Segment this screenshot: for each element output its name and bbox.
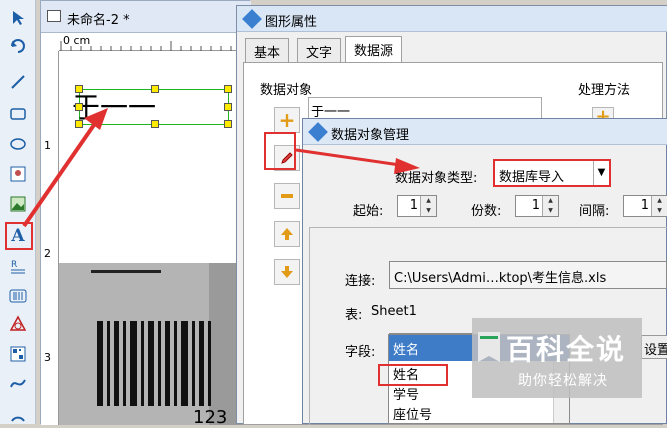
processing-method-label: 处理方法 [578,83,631,98]
selected-text-object[interactable]: 于一一 [72,85,232,128]
move-up-button[interactable] [274,221,300,247]
data-objects-label: 数据对象 [260,83,313,98]
data-object-dialog-title: 数据对象管理 [331,128,410,143]
type-label: 数据对象类型: [395,171,478,186]
resize-handle-b[interactable] [151,120,159,128]
interval-label: 间隔: [579,204,610,219]
interval-value: 1 [640,198,649,213]
stepper-arrows-icon[interactable]: ▲ ▼ [651,196,667,216]
text-object-content: 于一一 [72,91,157,124]
qrcode-icon[interactable] [6,342,30,366]
barcode-icon[interactable] [6,284,30,308]
list-item: 座位号 [393,408,433,423]
tab-basic[interactable]: 基本 [245,38,290,62]
label-canvas [59,51,251,263]
rotate-icon[interactable] [6,34,30,58]
left-toolbar: A R [0,0,36,424]
ruler-mark-1: 1 [44,139,51,152]
edit-button-highlight [264,132,296,170]
copies-label: 份数: [471,204,502,219]
ruler-mark-2: 2 [44,247,51,260]
select-arrow-icon[interactable] [6,6,30,30]
svg-text:R: R [11,260,17,270]
ellipse-icon[interactable] [6,132,30,156]
properties-dialog-title: 图形属性 [265,15,318,30]
rich-text-icon[interactable]: R [6,254,30,278]
dialog-app-icon [308,122,328,142]
ruler-ticks [60,41,242,51]
table-value: Sheet1 [371,304,417,319]
add-data-object-button[interactable]: + [274,107,300,133]
type-select[interactable]: 数据库导入 ▼ [493,159,611,187]
list-item: 学号 [393,388,420,403]
stepper-arrows-icon[interactable]: ▲ ▼ [542,196,558,216]
document-titlebar: 未命名-2 * [41,1,251,33]
settings-button[interactable]: 设置 [641,335,667,359]
shape-icon[interactable] [6,312,30,336]
start-label: 起始: [353,204,384,219]
watermark-subtitle: 助你轻松解决 [518,373,608,389]
arc-icon[interactable] [6,402,30,426]
image-icon[interactable] [6,162,30,186]
arrow-up-icon [281,228,293,240]
watermark: 百科全说 助你轻松解决 [472,318,642,398]
resize-handle-br[interactable] [224,120,232,128]
curve-icon[interactable] [6,372,30,396]
remove-data-object-button[interactable] [274,183,300,209]
copies-value: 1 [531,198,540,213]
barcode-text: 123 [193,407,228,428]
chevron-down-icon[interactable]: ▼ [593,161,609,185]
resize-handle-r[interactable] [224,103,232,111]
connection-field[interactable]: C:\Users\Admi…ktop\考生信息.xls [389,261,667,289]
resize-handle-tr[interactable] [224,85,232,93]
stepper-arrows-icon[interactable]: ▲ ▼ [420,196,436,216]
vertical-ruler: 1 2 3 [41,51,59,425]
connection-value: C:\Users\Admi…ktop\考生信息.xls [394,271,607,286]
label-stock: 123 [59,263,227,428]
copies-stepper[interactable]: 1 ▲ ▼ [515,195,559,217]
baike-logo-icon [478,332,500,362]
tab-data-source[interactable]: 数据源 [345,36,403,62]
interval-stepper[interactable]: 1 ▲ ▼ [623,195,667,217]
data-object-titlebar: 数据对象管理 [303,119,667,145]
list-item-seat-number[interactable]: 座位号 [389,403,469,423]
dialog-app-icon [242,9,262,29]
document-window: 未命名-2 * 0 cm 1 2 3 123 于一一 [40,0,251,428]
table-label: 表: [345,308,363,323]
resize-handle-tl[interactable] [75,85,83,93]
arrow-down-icon [281,266,293,278]
properties-titlebar: 图形属性 [237,6,667,32]
resize-handle-l[interactable] [75,103,83,111]
horizontal-ruler: 0 cm [59,33,251,51]
barcode[interactable] [97,321,237,411]
document-icon [47,10,61,22]
line-icon[interactable] [6,70,30,94]
minus-icon [281,194,293,198]
start-value: 1 [409,198,418,213]
move-down-button[interactable] [274,259,300,285]
connection-label: 连接: [345,274,376,289]
document-tab-title[interactable]: 未命名-2 * [67,9,130,28]
type-select-value: 数据库导入 [499,170,565,185]
start-stepper[interactable]: 1 ▲ ▼ [397,195,437,217]
name-option-highlight [378,364,448,386]
resize-handle-bl[interactable] [75,120,83,128]
resize-handle-t[interactable] [151,85,159,93]
rectangle-icon[interactable] [6,102,30,126]
watermark-title: 百科全说 [506,333,627,366]
text-underline [91,263,161,273]
ruler-mark-3: 3 [44,351,51,364]
list-item: 姓名 [393,343,420,358]
picture-icon[interactable] [6,192,30,216]
tab-text[interactable]: 文字 [297,38,342,62]
text-tool-highlight [5,222,33,250]
settings-button-label: 设置 [644,343,667,358]
field-label: 字段: [345,345,376,360]
